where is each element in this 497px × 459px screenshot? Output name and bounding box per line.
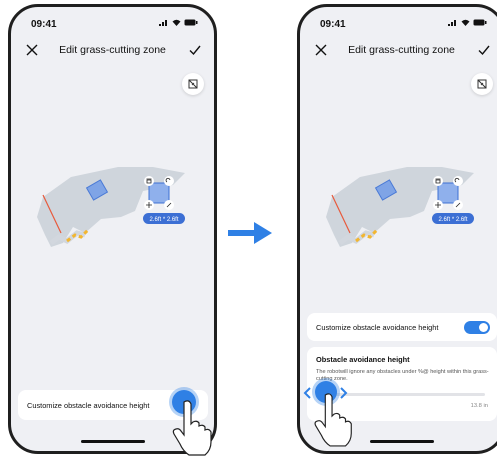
height-card-title: Obstacle avoidance height <box>316 355 410 364</box>
toggle-label: Customize obstacle avoidance height <box>316 323 439 332</box>
wifi-icon <box>172 19 181 26</box>
height-card-description: The robotwill ignore any obstacles under… <box>316 369 489 382</box>
rotate-zone-handle <box>453 176 463 186</box>
status-time: 09:41 <box>320 19 346 30</box>
signal-icon <box>448 20 456 26</box>
wifi-icon <box>461 19 470 26</box>
lawn-map[interactable]: 2.6ft * 2.6ft <box>23 155 213 265</box>
home-indicator <box>80 440 145 443</box>
battery-icon <box>184 19 198 26</box>
status-icons <box>159 19 198 26</box>
selected-zone <box>148 182 170 204</box>
home-indicator <box>369 440 434 443</box>
avoidance-toggle-switch[interactable] <box>464 321 490 334</box>
pointing-hand-icon <box>172 400 212 456</box>
map-layer-icon <box>477 79 487 89</box>
page-title: Edit grass-cutting zone <box>59 44 166 56</box>
slider-max-value: 13.8 in <box>470 403 488 409</box>
delete-zone-handle <box>144 176 154 186</box>
nav-bar: Edit grass-cutting zone <box>300 43 497 63</box>
confirm-check-icon[interactable] <box>188 43 202 57</box>
layer-toggle-button[interactable] <box>471 73 493 95</box>
dimension-label: 2.6ft * 2.6ft <box>438 217 467 223</box>
page-title: Edit grass-cutting zone <box>348 44 455 56</box>
layer-toggle-button[interactable] <box>182 73 204 95</box>
selected-zone <box>437 182 459 204</box>
signal-icon <box>159 20 167 26</box>
map-layer-icon <box>188 79 198 89</box>
toggle-label: Customize obstacle avoidance height <box>27 401 150 410</box>
battery-icon <box>473 19 487 26</box>
status-time: 09:41 <box>31 19 57 30</box>
transition-arrow-icon <box>228 222 272 244</box>
confirm-check-icon[interactable] <box>477 43 491 57</box>
status-icons <box>448 19 487 26</box>
nav-bar: Edit grass-cutting zone <box>11 43 214 63</box>
lawn-map[interactable]: 2.6ft * 2.6ft <box>312 155 497 265</box>
pointing-hand-icon <box>314 393 352 447</box>
rotate-zone-handle <box>164 176 174 186</box>
dimension-label: 2.6ft * 2.6ft <box>149 217 178 223</box>
delete-zone-handle <box>433 176 443 186</box>
avoidance-toggle-card[interactable]: Customize obstacle avoidance height <box>307 313 497 341</box>
phone-screen-before: 09:41 Edit grass-cutting zone 2.6ft * 2.… <box>8 4 217 454</box>
